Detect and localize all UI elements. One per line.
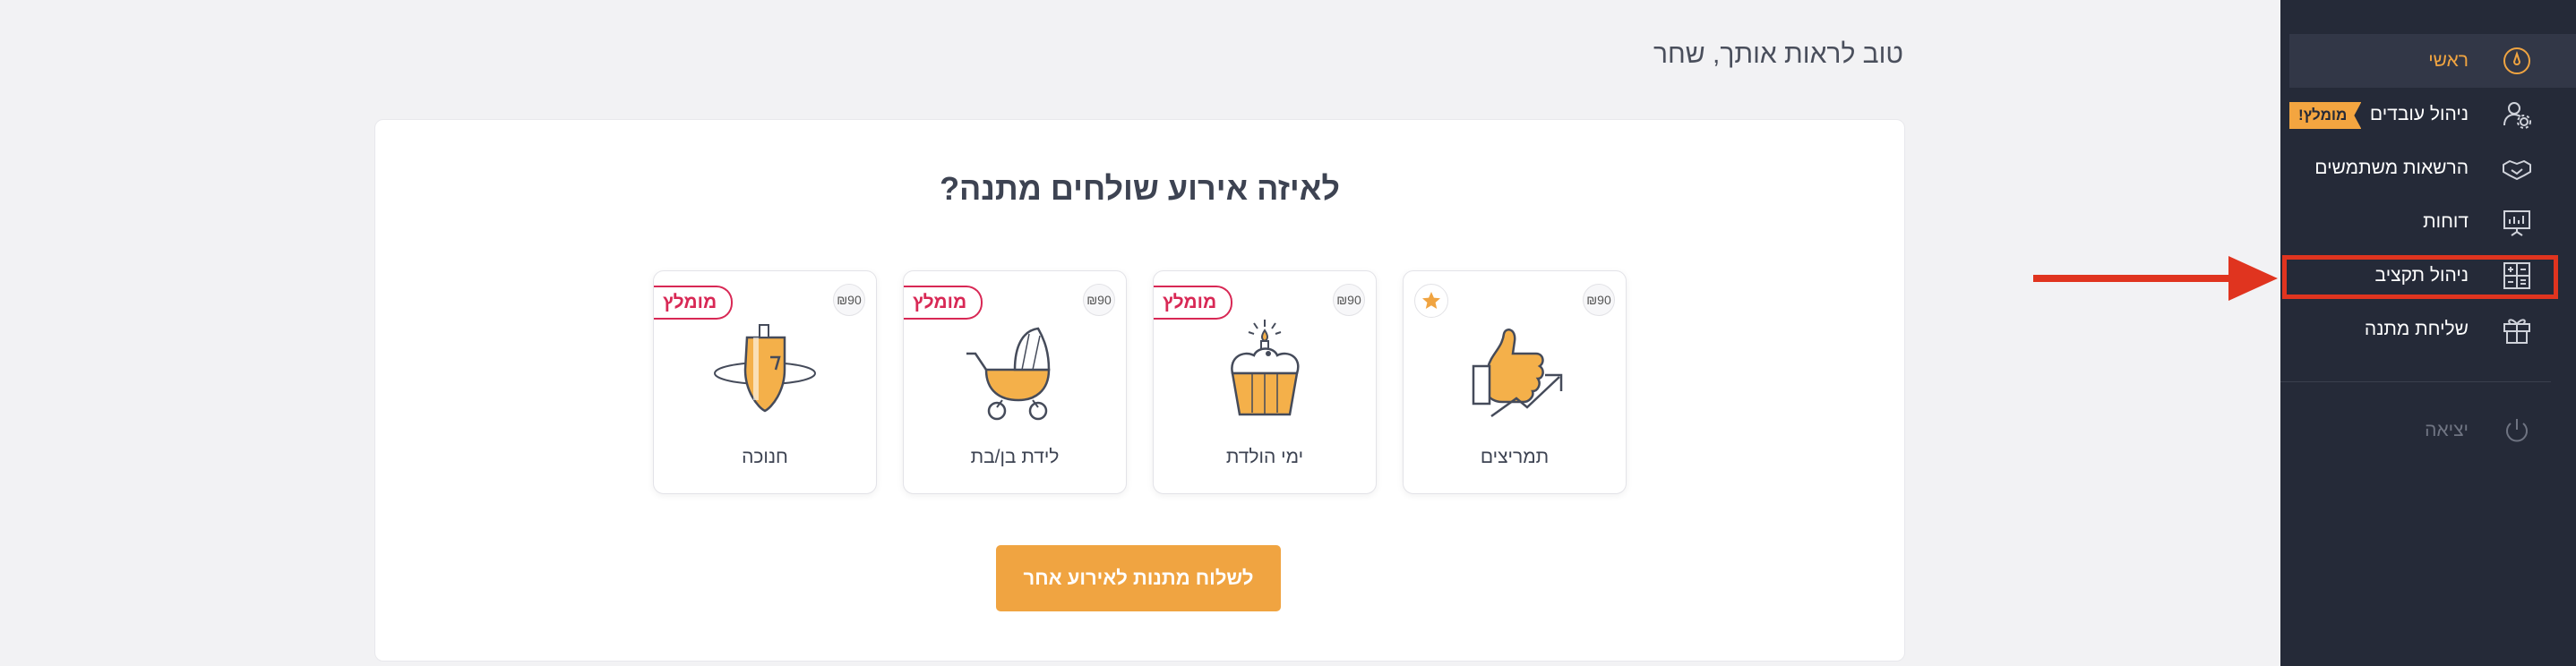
sidebar-item-logout[interactable]: יציאה [2280, 404, 2576, 457]
sidebar-nav: ראשי ניהול עובדים מומלץ! הרשאות משתמשים … [2280, 34, 2576, 457]
card-label: חנוכה [742, 447, 788, 467]
sidebar-item-label: ניהול עובדים [2369, 104, 2469, 124]
power-icon [2499, 413, 2535, 448]
gift-icon [2499, 312, 2535, 347]
sidebar-item-home[interactable]: ראשי [2289, 34, 2576, 88]
sidebar-item-employees[interactable]: ניהול עובדים מומלץ! [2280, 88, 2576, 141]
sidebar-item-send-gift[interactable]: שליחת מתנה [2280, 303, 2576, 356]
user-settings-icon [2499, 97, 2535, 132]
annotation-arrow-shaft [2033, 275, 2239, 282]
dreidel-icon [702, 318, 828, 425]
sidebar-item-label: הרשאות משתמשים [2314, 158, 2469, 178]
recommended-badge: מומלץ [654, 286, 734, 320]
price-tag: ₪90 [1333, 284, 1365, 316]
greeting: טוב לראות אותך, שחר [1653, 39, 1903, 69]
send-other-occasion-button[interactable]: לשלוח מתנות לאירוע אחר [996, 545, 1281, 611]
handshake-icon [2499, 150, 2535, 186]
recommended-badge: מומלץ [904, 286, 983, 320]
price-tag: ₪90 [1083, 284, 1115, 316]
stroller-icon [952, 318, 1078, 425]
sidebar-item-label: ראשי [2428, 50, 2469, 71]
occasion-card-birth[interactable]: ₪90 מומלץ לידת בן/בת [903, 270, 1127, 494]
card-label: לידת בן/בת [970, 447, 1060, 467]
sidebar-divider [2280, 381, 2551, 382]
sidebar-item-permissions[interactable]: הרשאות משתמשים [2280, 141, 2576, 195]
recommended-badge: מומלץ [1154, 286, 1233, 320]
cupcake-icon [1202, 318, 1327, 425]
annotation-arrow-head [2228, 256, 2278, 301]
sidebar-item-label: שליחת מתנה [2364, 319, 2469, 339]
occasion-card-birthdays[interactable]: ₪90 מומלץ ימי הולדת [1153, 270, 1377, 494]
price-tag: ₪90 [1583, 284, 1615, 316]
price-tag: ₪90 [833, 284, 865, 316]
sidebar-item-label: דוחות [2423, 211, 2469, 232]
presentation-chart-icon [2499, 204, 2535, 240]
dashboard-icon [2499, 43, 2535, 79]
gift-occasion-panel: לאיזה אירוע שולחים מתנה? ₪90 מומלץ חנוכה… [374, 119, 1905, 662]
card-label: ימי הולדת [1225, 447, 1304, 467]
sidebar-item-label: יציאה [2425, 420, 2469, 440]
sidebar: ראשי ניהול עובדים מומלץ! הרשאות משתמשים … [2280, 0, 2576, 666]
sidebar-item-reports[interactable]: דוחות [2280, 195, 2576, 249]
star-icon [1414, 284, 1448, 318]
recommended-badge: מומלץ! [2289, 102, 2362, 129]
card-label: תמריצים [1480, 447, 1550, 467]
page-title: לאיזה אירוע שולחים מתנה? [940, 170, 1340, 207]
thumbs-up-icon [1452, 318, 1577, 425]
occasion-card-hanukkah[interactable]: ₪90 מומלץ חנוכה [653, 270, 877, 494]
annotation-highlight-box [2282, 255, 2558, 299]
occasion-card-incentives[interactable]: ₪90 תמריצים [1403, 270, 1627, 494]
